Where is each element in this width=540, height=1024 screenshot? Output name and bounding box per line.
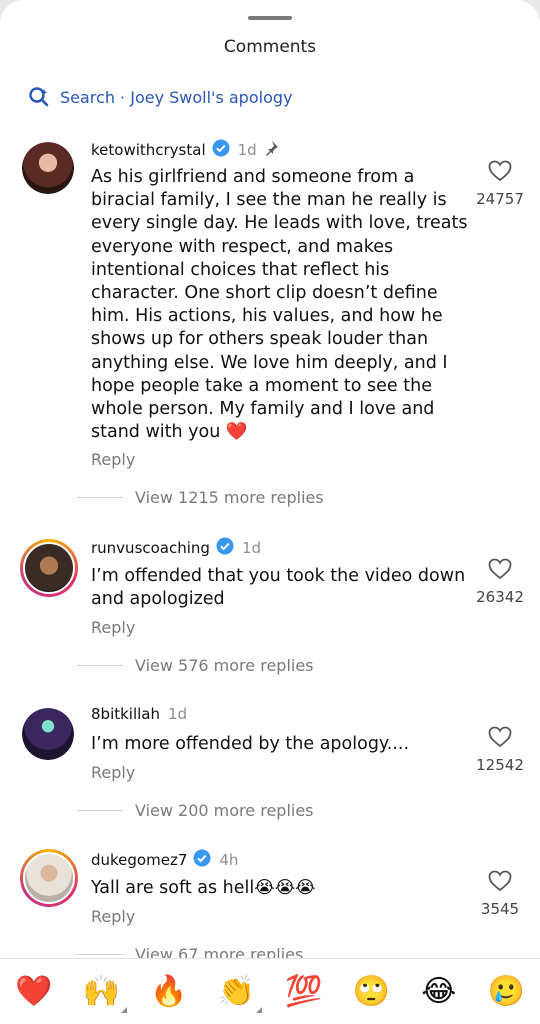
heart-icon bbox=[488, 870, 512, 892]
comment-time: 1d bbox=[241, 539, 262, 557]
pin-icon bbox=[263, 140, 279, 160]
comment-text: I’m more offended by the apology.... bbox=[91, 734, 410, 754]
reply-button[interactable]: Reply bbox=[91, 450, 135, 469]
comment-username[interactable]: 8bitkillah bbox=[91, 705, 160, 723]
comment-text: I’m offended that you took the video dow… bbox=[91, 566, 466, 610]
drag-handle[interactable] bbox=[248, 16, 292, 20]
reply-button[interactable]: Reply bbox=[91, 907, 135, 926]
view-more-label: View 576 more replies bbox=[135, 656, 314, 675]
view-more-replies[interactable]: View 576 more replies bbox=[77, 656, 314, 675]
like-count: 24757 bbox=[476, 190, 524, 208]
variant-indicator-icon bbox=[121, 1006, 128, 1013]
avatar[interactable] bbox=[20, 849, 78, 907]
reply-button[interactable]: Reply bbox=[91, 618, 135, 637]
view-more-label: View 1215 more replies bbox=[135, 488, 324, 507]
like-count: 12542 bbox=[476, 756, 524, 774]
like-count: 26342 bbox=[476, 588, 524, 606]
comment-time: 1d bbox=[237, 141, 257, 159]
heart-emoji-button[interactable]: ❤️ bbox=[12, 976, 56, 1007]
like-button[interactable]: 12542 bbox=[470, 726, 530, 774]
fire-emoji-button[interactable]: 🔥 bbox=[147, 976, 191, 1007]
divider bbox=[77, 665, 123, 666]
sheet-title: Comments bbox=[223, 37, 317, 57]
reply-button[interactable]: Reply bbox=[91, 763, 135, 782]
heart-icon bbox=[488, 726, 512, 748]
search-link[interactable]: Search · Joey Swoll's apology bbox=[28, 86, 292, 108]
search-sparkle-icon bbox=[29, 87, 49, 107]
divider bbox=[77, 954, 123, 955]
variant-indicator-icon bbox=[256, 1006, 263, 1013]
emoji-reaction-bar: ❤️ 🙌 🔥 👏 💯 🙄 😂 🥲 bbox=[0, 958, 540, 1024]
comment-username[interactable]: dukegomez7 bbox=[91, 851, 187, 869]
comment-time: 1d bbox=[168, 705, 188, 723]
avatar[interactable] bbox=[22, 142, 74, 194]
like-button[interactable]: 24757 bbox=[470, 160, 530, 208]
like-button[interactable]: 26342 bbox=[470, 558, 530, 606]
view-more-replies[interactable]: View 1215 more replies bbox=[77, 488, 324, 507]
like-count: 3545 bbox=[480, 900, 520, 918]
comment-username[interactable]: ketowithcrystal bbox=[91, 141, 206, 159]
comment-text: Yall are soft as hell😭😭😭 bbox=[91, 878, 316, 898]
teary-smile-emoji-button[interactable]: 🥲 bbox=[484, 976, 528, 1007]
heart-icon bbox=[488, 160, 512, 182]
comment-time: 4h bbox=[219, 851, 239, 869]
raised-hands-emoji: 🙌 bbox=[82, 973, 120, 1009]
like-button[interactable]: 3545 bbox=[470, 870, 530, 918]
view-more-replies[interactable]: View 200 more replies bbox=[77, 801, 314, 820]
avatar[interactable] bbox=[22, 708, 74, 760]
avatar[interactable] bbox=[20, 539, 78, 597]
clapping-emoji: 👏 bbox=[217, 973, 255, 1009]
clapping-emoji-button[interactable]: 👏 bbox=[214, 973, 263, 1013]
comment-username[interactable]: runvuscoaching bbox=[91, 539, 210, 557]
divider bbox=[77, 497, 123, 498]
hundred-emoji-button[interactable]: 💯 bbox=[282, 976, 326, 1007]
comments-sheet: Comments Search · Joey Swoll's apology k… bbox=[0, 0, 540, 1024]
view-more-label: View 200 more replies bbox=[135, 801, 314, 820]
laughing-emoji-button[interactable]: 😂 bbox=[417, 976, 461, 1007]
raised-hands-emoji-button[interactable]: 🙌 bbox=[79, 973, 128, 1013]
verified-badge-icon bbox=[212, 139, 230, 161]
divider bbox=[77, 810, 123, 811]
verified-badge-icon bbox=[216, 537, 234, 559]
comment-text: As his girlfriend and someone from a bir… bbox=[91, 167, 468, 443]
heart-icon bbox=[488, 558, 512, 580]
search-label: Search · Joey Swoll's apology bbox=[60, 87, 293, 107]
eye-roll-emoji-button[interactable]: 🙄 bbox=[349, 976, 393, 1007]
verified-badge-icon bbox=[193, 849, 211, 871]
